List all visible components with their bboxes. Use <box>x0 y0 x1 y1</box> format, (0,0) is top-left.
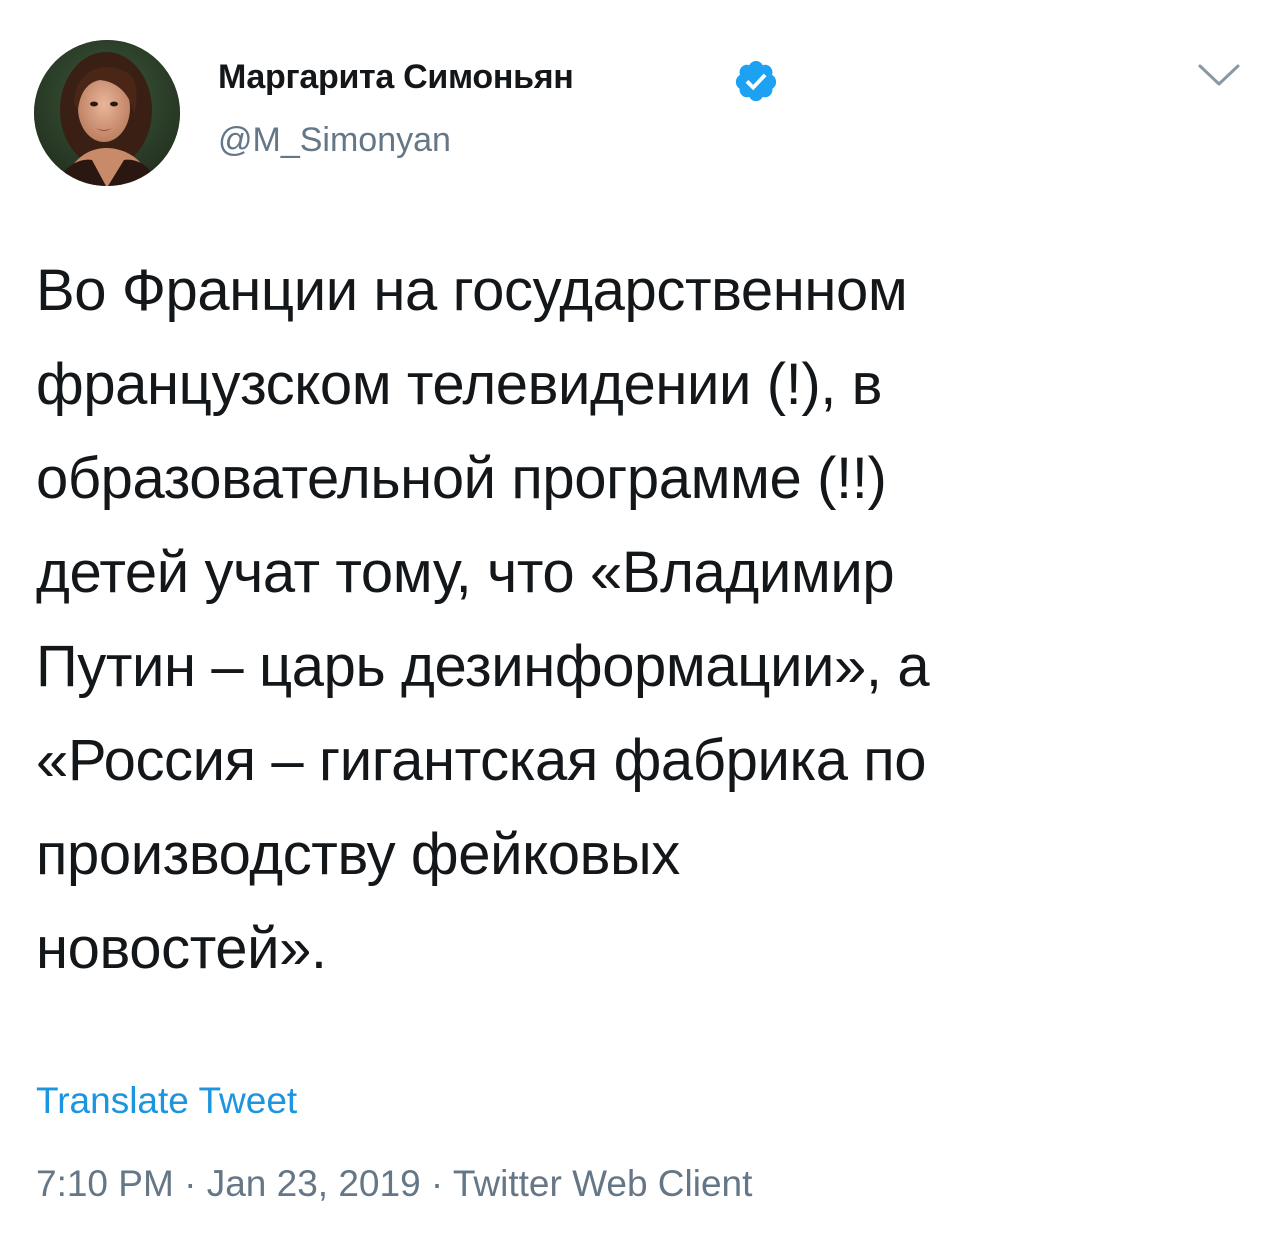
tweet-client[interactable]: Twitter Web Client <box>453 1163 753 1204</box>
verified-badge-icon <box>735 60 777 102</box>
tweet-text-line: детей учат тому, что «Владимир <box>36 540 895 605</box>
tweet-meta: 7:10 PM · Jan 23, 2019 · Twitter Web Cli… <box>36 1163 752 1205</box>
tweet-text-line: Путин – царь дезинформации», а <box>36 634 930 699</box>
tweet-card: Маргарита Симоньян @M_Simonyan Во Франци… <box>0 0 1280 1242</box>
tweet-text-line: новостей». <box>36 916 327 981</box>
author-handle[interactable]: @M_Simonyan <box>218 121 451 160</box>
tweet-date[interactable]: Jan 23, 2019 <box>207 1163 421 1204</box>
tweet-text-line: образовательной программе (!!) <box>36 446 887 511</box>
chevron-down-icon[interactable] <box>1196 60 1242 90</box>
avatar[interactable] <box>34 40 180 186</box>
tweet-text: Во Франции на государственном французско… <box>36 244 1251 996</box>
tweet-text-line: французском телевидении (!), в <box>36 352 883 417</box>
meta-separator: · <box>173 1163 207 1204</box>
tweet-text-line: «Россия – гигантская фабрика по <box>36 728 927 793</box>
tweet-text-line: производству фейковых <box>36 822 680 887</box>
translate-tweet-link[interactable]: Translate Tweet <box>36 1080 297 1122</box>
avatar-portrait-icon <box>34 40 180 186</box>
tweet-time[interactable]: 7:10 PM <box>36 1163 174 1204</box>
meta-separator: · <box>420 1163 453 1204</box>
tweet-text-line: Во Франции на государственном <box>36 258 908 323</box>
author-name[interactable]: Маргарита Симоньян <box>218 58 574 97</box>
